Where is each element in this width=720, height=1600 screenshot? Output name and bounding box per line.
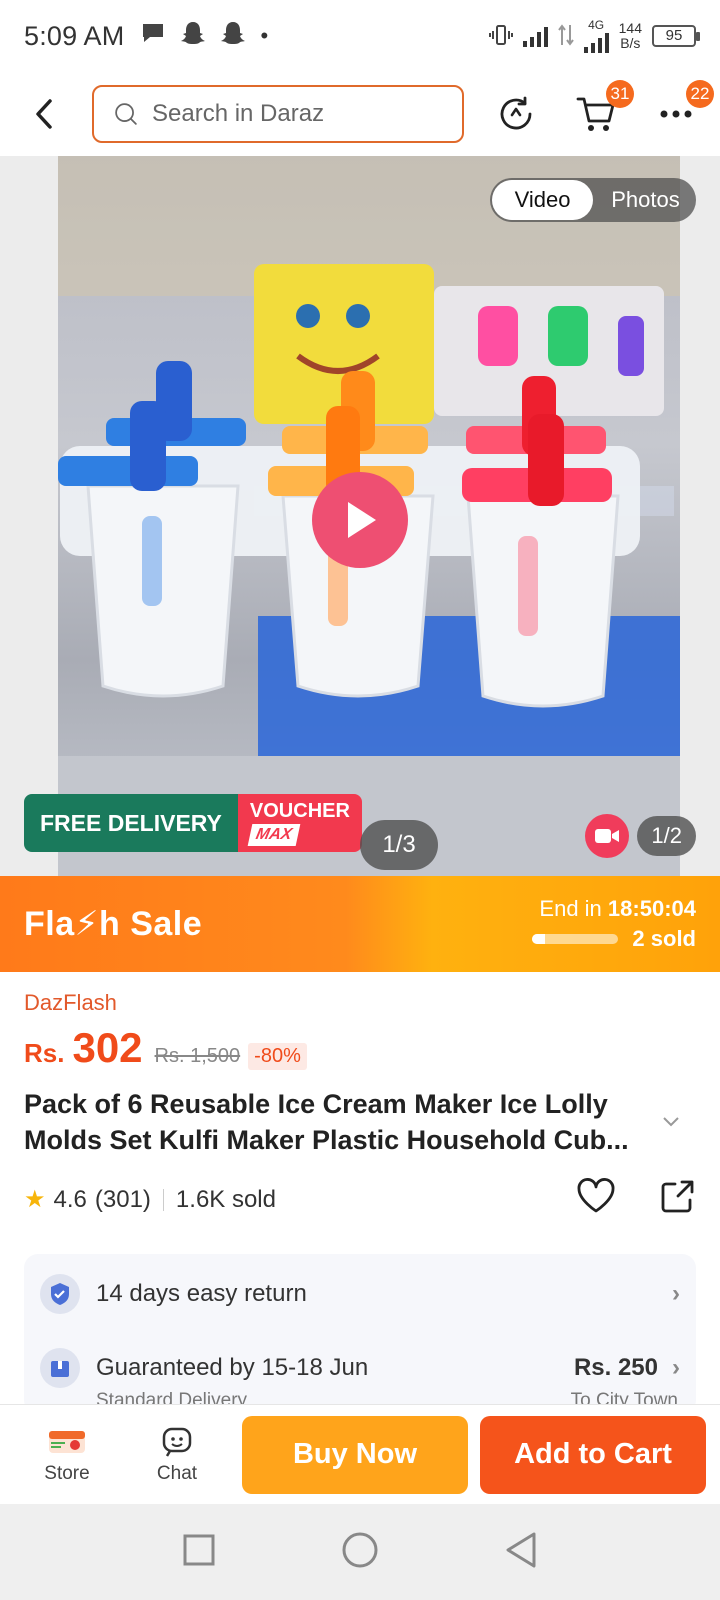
back-nav-button[interactable] (504, 1531, 538, 1574)
chevron-down-icon (663, 1117, 679, 1127)
chat-icon (162, 1427, 192, 1457)
original-price: Rs. 1,500 (154, 1045, 241, 1067)
delivery-row[interactable]: Guaranteed by 15-18 Jun Rs. 250 › (40, 1348, 680, 1388)
square-icon (183, 1534, 215, 1565)
more-dots-icon (660, 110, 692, 118)
service-info-card: 14 days easy return › Guaranteed by 15-1… (24, 1254, 696, 1414)
campaign-label: DazFlash (24, 990, 117, 1015)
recent-apps-button[interactable] (182, 1533, 216, 1572)
flash-sale-countdown: End in 18:50:04 (539, 896, 696, 921)
cart-count-badge: 31 (606, 80, 634, 108)
wishlist-button[interactable] (576, 1178, 616, 1221)
triangle-back-icon (506, 1532, 536, 1567)
video-counter[interactable]: 1/2 (585, 814, 696, 858)
circle-icon (342, 1532, 378, 1567)
buy-now-button[interactable]: Buy Now (242, 1415, 468, 1494)
share-icon (661, 1180, 694, 1213)
media-type-toggle: Video Photos (490, 178, 696, 222)
notification-dot-icon: • (260, 23, 269, 48)
return-policy-text: 14 days easy return (96, 1280, 307, 1307)
play-icon (348, 502, 376, 538)
search-input[interactable] (152, 100, 442, 128)
flash-sale-sold-count: 2 sold (632, 926, 696, 951)
price-amount: 302 (72, 1024, 143, 1071)
battery-indicator: 95 (652, 25, 700, 47)
heart-icon (577, 1178, 615, 1213)
chevron-right-icon: › (672, 1280, 680, 1307)
delivery-estimate: Guaranteed by 15-18 Jun (96, 1354, 369, 1381)
shield-check-icon (40, 1274, 80, 1314)
product-title[interactable]: Pack of 6 Reusable Ice Cream Maker Ice L… (24, 1086, 664, 1158)
review-count[interactable]: (301) (95, 1186, 151, 1214)
star-icon: ★ (24, 1186, 46, 1213)
message-icon (140, 21, 166, 52)
rating-value[interactable]: 4.6 (54, 1186, 87, 1214)
flash-sale-banner: Fla⚡h Sale End in 18:50:04 2 sold (0, 876, 720, 972)
home-button[interactable] (341, 1531, 379, 1574)
signal-icon (522, 25, 548, 47)
return-policy-row[interactable]: 14 days easy return › (40, 1274, 680, 1314)
snapchat-icon (180, 20, 206, 53)
tab-video[interactable]: Video (492, 180, 593, 220)
share-button[interactable] (660, 1178, 696, 1221)
network-type: 4G (588, 18, 605, 32)
store-button[interactable]: Store (12, 1425, 122, 1485)
refresh-history-icon (500, 96, 532, 130)
discount-badge: -80% (248, 1043, 307, 1070)
system-navigation-bar (0, 1504, 720, 1600)
chat-label: Chat (156, 1462, 198, 1484)
signal-icon (583, 31, 609, 53)
promo-badges: FREE DELIVERY VOUCHER MAX (24, 794, 362, 852)
chevron-right-icon: › (672, 1354, 680, 1381)
vibrate-icon (488, 23, 513, 50)
product-gallery[interactable]: Video Photos FREE DELIVERY VOUCHER MAX 1… (0, 156, 720, 876)
search-bar[interactable] (92, 85, 464, 143)
delivery-box-icon (40, 1348, 80, 1388)
more-button[interactable]: 22 (656, 80, 714, 134)
snapchat-icon (220, 20, 246, 53)
history-button[interactable] (496, 94, 536, 134)
status-time: 5:09 AM (24, 20, 125, 51)
delivery-fee: Rs. 250 (573, 1354, 658, 1381)
add-to-cart-button[interactable]: Add to Cart (480, 1415, 706, 1494)
price-row: Rs. 302 Rs. 1,500 -80% (24, 1024, 307, 1072)
divider (162, 1188, 164, 1211)
tab-photos[interactable]: Photos (595, 180, 696, 220)
voucher-max-badge: VOUCHER MAX (237, 794, 362, 852)
notification-count-badge: 22 (686, 80, 714, 108)
video-count: 1/2 (637, 816, 696, 856)
top-nav: 31 22 (0, 80, 720, 148)
image-counter: 1/3 (360, 820, 438, 870)
rating-row: ★ 4.6 (301) 1.6K sold (24, 1178, 696, 1221)
cart-button[interactable]: 31 (576, 80, 634, 134)
store-label: Store (44, 1462, 90, 1484)
bottom-action-bar: Store Chat Buy Now Add to Cart (0, 1404, 720, 1504)
flash-sale-progress-bar (532, 934, 619, 944)
free-delivery-badge: FREE DELIVERY (24, 794, 238, 852)
chat-button[interactable]: Chat (122, 1425, 232, 1485)
data-transfer-icon (557, 23, 574, 50)
chevron-left-icon (36, 99, 52, 129)
flash-sale-progress-fill (532, 934, 546, 944)
price-currency: Rs. (24, 1038, 65, 1068)
play-video-button[interactable] (312, 472, 408, 568)
flash-sale-title: Fla⚡h Sale (24, 905, 203, 943)
back-button[interactable] (24, 94, 64, 134)
video-camera-icon (585, 814, 630, 858)
store-logo-icon (49, 1430, 85, 1453)
expand-title-button[interactable] (662, 1112, 680, 1133)
status-bar: 5:09 AM • 4G 144 B/s 95 (0, 0, 720, 72)
network-speed: 144 B/s (618, 20, 642, 51)
search-icon (115, 103, 137, 125)
sold-count: 1.6K sold (175, 1185, 276, 1213)
